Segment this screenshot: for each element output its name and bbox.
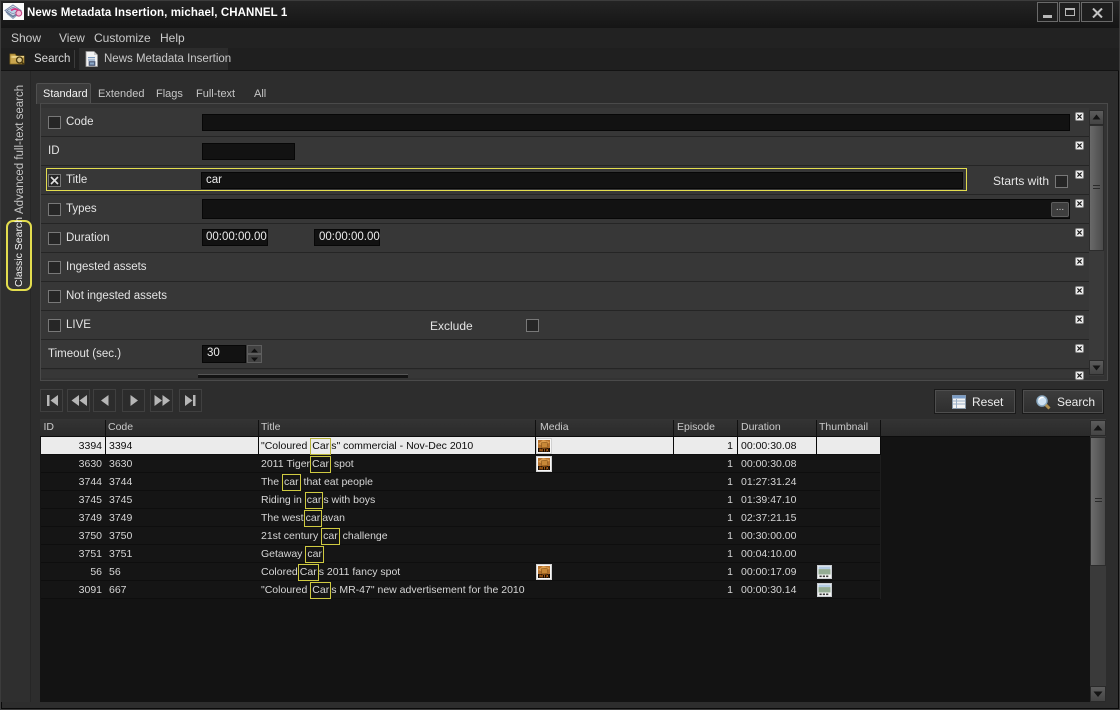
svg-text:MTX: MTX: [539, 448, 549, 453]
svg-text:MTX: MTX: [539, 466, 549, 471]
svg-text:MTX: MTX: [539, 574, 549, 579]
